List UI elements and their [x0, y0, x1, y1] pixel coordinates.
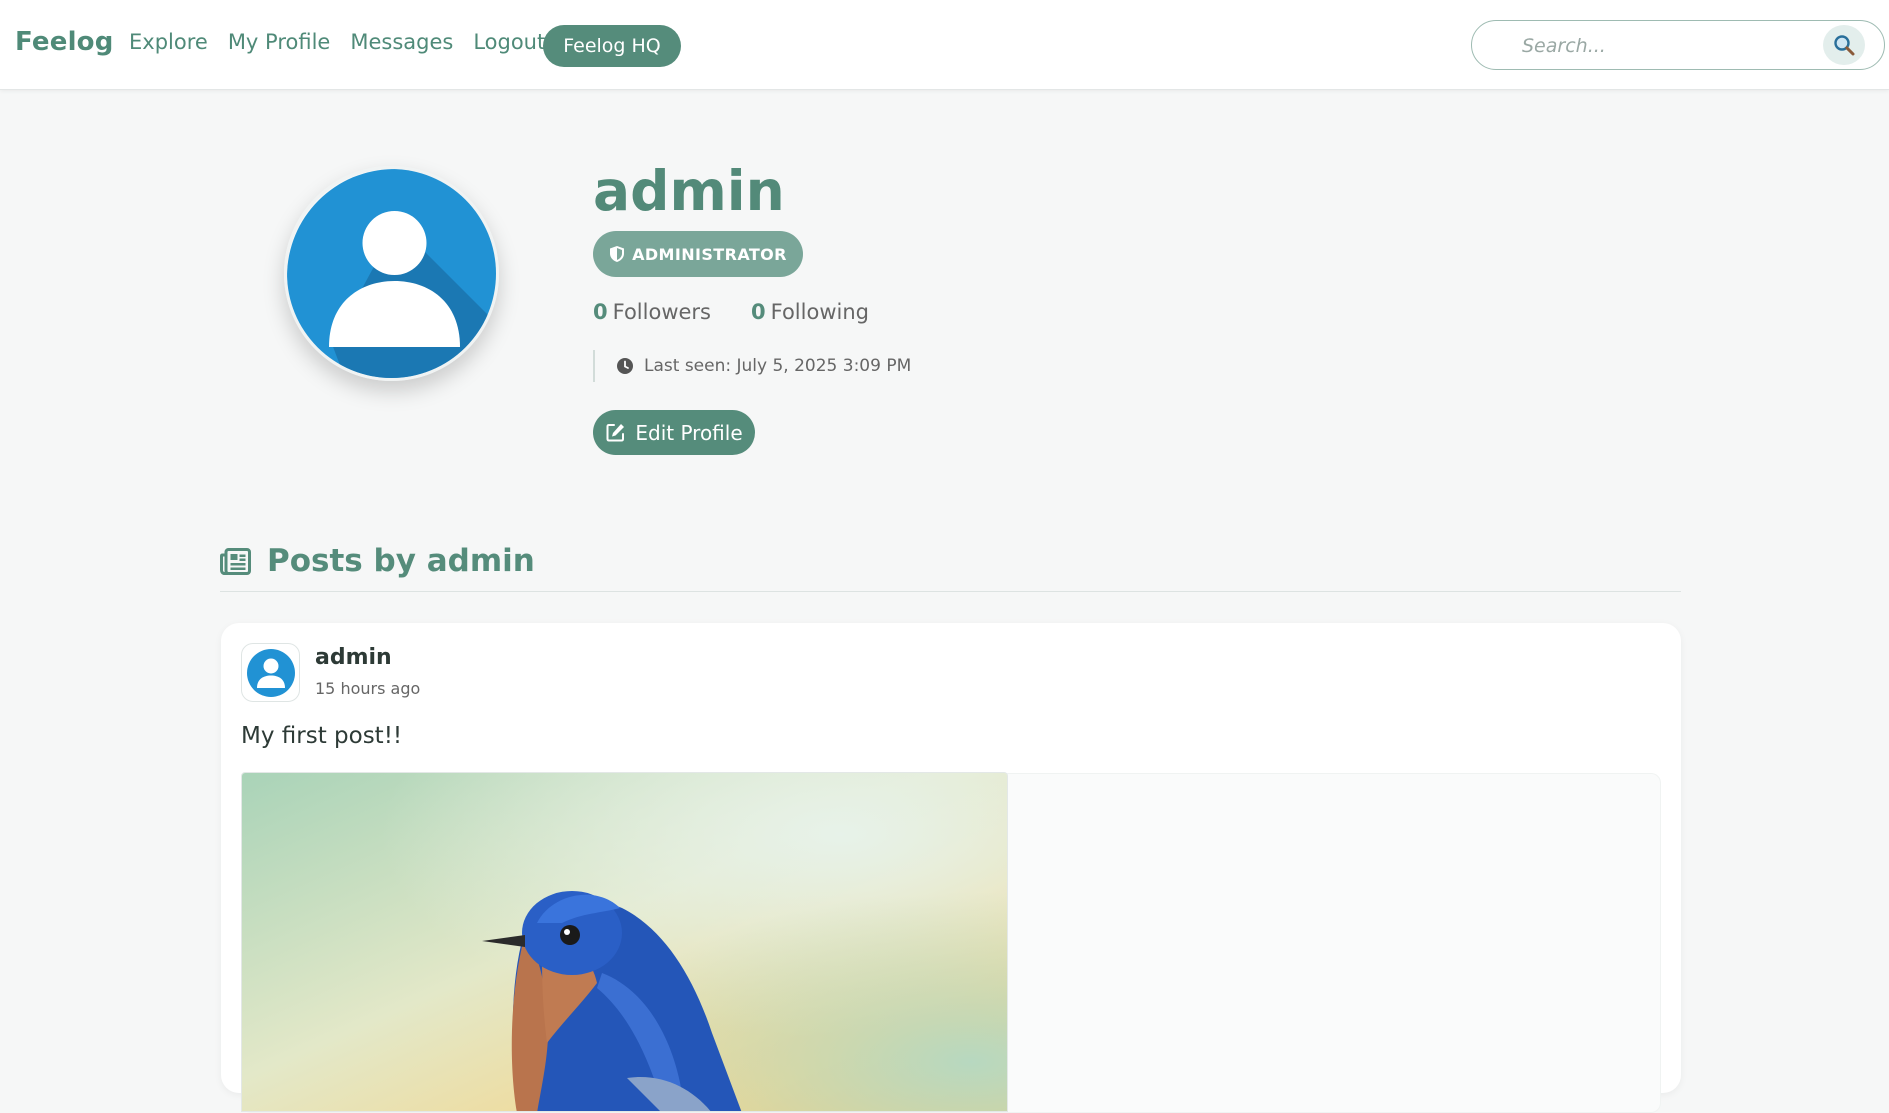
post-text: My first post!!	[241, 723, 403, 749]
followers-label: Followers	[612, 300, 711, 324]
edit-icon	[606, 424, 625, 442]
last-seen: Last seen: July 5, 2025 3:09 PM	[593, 350, 911, 382]
edit-profile-button[interactable]: Edit Profile	[593, 410, 755, 455]
nav-links: Explore My Profile Messages Logout	[129, 30, 565, 54]
post-author-name[interactable]: admin	[315, 645, 392, 670]
role-badge: ADMINISTRATOR	[593, 231, 803, 277]
post-card: admin 15 hours ago My first post!!	[221, 623, 1681, 1113]
nav-link-explore[interactable]: Explore	[129, 30, 208, 54]
posts-heading-text: Posts by admin	[267, 543, 535, 579]
following-label: Following	[770, 300, 869, 324]
shield-icon	[610, 246, 625, 262]
edit-profile-label: Edit Profile	[635, 420, 743, 445]
top-navbar: Feelog Explore My Profile Messages Logou…	[0, 0, 1889, 90]
newspaper-icon	[220, 547, 251, 575]
brand-logo[interactable]: Feelog	[15, 27, 114, 57]
nav-link-logout[interactable]: Logout	[473, 30, 545, 54]
search-button[interactable]	[1823, 25, 1865, 65]
nav-link-my-profile[interactable]: My Profile	[228, 30, 331, 54]
user-avatar-icon	[287, 169, 496, 378]
search-icon	[1834, 35, 1855, 56]
followers-stat[interactable]: 0 Followers	[593, 300, 711, 324]
profile-username: admin	[593, 159, 785, 223]
post-timestamp: 15 hours ago	[315, 679, 421, 698]
bluebird-photo	[242, 773, 1007, 1111]
following-stat[interactable]: 0 Following	[751, 300, 869, 324]
post-image[interactable]	[241, 772, 1008, 1112]
clock-icon	[617, 358, 633, 374]
search-input[interactable]	[1522, 32, 1812, 60]
role-badge-label: ADMINISTRATOR	[632, 244, 787, 264]
nav-link-messages[interactable]: Messages	[350, 30, 453, 54]
last-seen-text: Last seen: July 5, 2025 3:09 PM	[644, 356, 912, 376]
feelog-hq-button[interactable]: Feelog HQ	[543, 25, 681, 67]
posts-heading: Posts by admin	[220, 543, 535, 579]
profile-stats: 0 Followers 0 Following	[593, 300, 909, 324]
followers-count: 0	[593, 300, 608, 324]
post-author-avatar[interactable]	[241, 643, 300, 702]
search-bar	[1471, 20, 1885, 70]
following-count: 0	[751, 300, 766, 324]
profile-avatar	[284, 166, 499, 381]
section-divider	[220, 591, 1681, 592]
user-avatar-icon	[246, 648, 295, 697]
